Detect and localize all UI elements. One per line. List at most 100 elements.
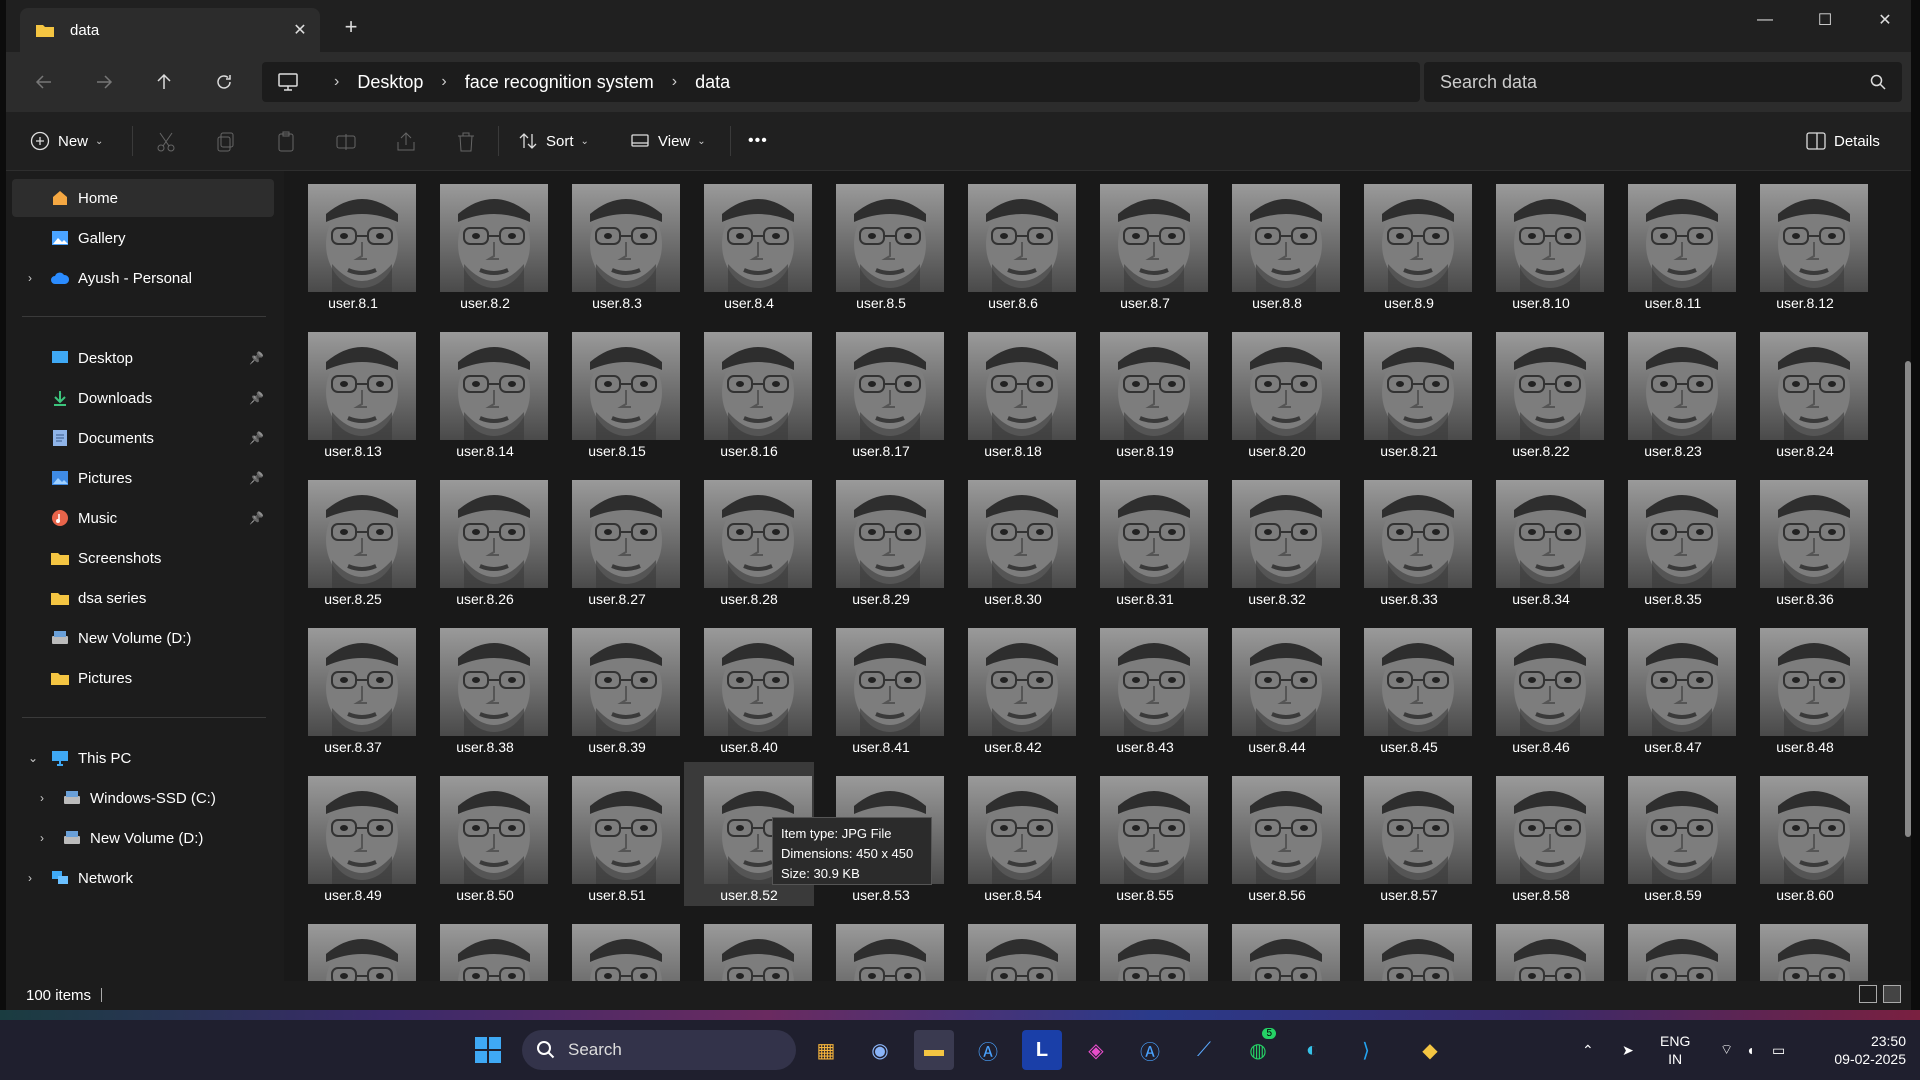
file-item[interactable]: user.8.55 <box>1080 762 1210 906</box>
breadcrumb-desktop[interactable]: Desktop <box>357 72 423 93</box>
copilot-icon[interactable]: ◈ <box>1076 1030 1116 1070</box>
file-item[interactable]: user.8.41 <box>816 614 946 758</box>
refresh-button[interactable] <box>204 62 244 102</box>
app-store-icon[interactable]: Ⓐ <box>968 1030 1008 1070</box>
file-item[interactable] <box>1740 910 1870 981</box>
file-item[interactable] <box>552 910 682 981</box>
file-item[interactable]: user.8.43 <box>1080 614 1210 758</box>
file-item[interactable]: user.8.48 <box>1740 614 1870 758</box>
file-item[interactable]: user.8.23 <box>1608 318 1738 462</box>
language-indicator[interactable]: ENG IN <box>1660 1032 1690 1068</box>
file-item[interactable]: user.8.45 <box>1344 614 1474 758</box>
file-item[interactable] <box>420 910 550 981</box>
file-item[interactable]: user.8.33 <box>1344 466 1474 610</box>
search-input[interactable]: Search data <box>1440 72 1870 93</box>
rename-icon[interactable] <box>334 130 358 154</box>
file-item[interactable]: user.8.8 <box>1212 171 1342 314</box>
file-item[interactable]: user.8.36 <box>1740 466 1870 610</box>
file-item[interactable]: user.8.30 <box>948 466 1078 610</box>
file-item[interactable]: user.8.42 <box>948 614 1078 758</box>
cut-icon[interactable] <box>154 130 178 154</box>
chevron-right-icon[interactable]: › <box>40 831 44 845</box>
search-box[interactable]: Search data <box>1424 62 1902 102</box>
file-item[interactable]: user.8.1 <box>288 171 418 314</box>
file-item[interactable]: user.8.60 <box>1740 762 1870 906</box>
sidebar-item-gallery[interactable]: Gallery <box>12 219 274 257</box>
details-view-icon[interactable] <box>1859 985 1877 1003</box>
file-item[interactable]: user.8.32 <box>1212 466 1342 610</box>
file-item[interactable]: user.8.56 <box>1212 762 1342 906</box>
copy-icon[interactable] <box>214 130 238 154</box>
file-item[interactable]: user.8.13 <box>288 318 418 462</box>
file-item[interactable] <box>816 910 946 981</box>
paste-icon[interactable] <box>274 130 298 154</box>
file-item[interactable]: user.8.57 <box>1344 762 1474 906</box>
file-item[interactable]: user.8.46 <box>1476 614 1606 758</box>
sort-button[interactable]: Sort ⌄ <box>518 126 589 156</box>
file-item[interactable]: user.8.7 <box>1080 171 1210 314</box>
sidebar-item-downloads[interactable]: Downloads 📌 <box>12 379 274 417</box>
file-item[interactable]: user.8.12 <box>1740 171 1870 314</box>
sidebar-item-dsa-series[interactable]: dsa series <box>12 579 274 617</box>
file-item[interactable]: user.8.40 <box>684 614 814 758</box>
scrollbar[interactable] <box>1905 361 1911 837</box>
file-item[interactable] <box>1476 910 1606 981</box>
file-item[interactable]: user.8.39 <box>552 614 682 758</box>
file-explorer-icon[interactable]: ▬ <box>914 1030 954 1070</box>
view-button[interactable]: View ⌄ <box>630 126 706 156</box>
app-icon[interactable]: Ⓐ <box>1130 1030 1170 1070</box>
show-hidden-icons[interactable]: ⌃ <box>1582 1020 1594 1080</box>
file-item[interactable]: user.8.15 <box>552 318 682 462</box>
sidebar-item-pictures[interactable]: Pictures <box>12 659 274 697</box>
edge-icon[interactable]: ◐ <box>1292 1030 1332 1070</box>
file-item[interactable]: user.8.21 <box>1344 318 1474 462</box>
back-button[interactable] <box>24 62 64 102</box>
new-tab-button[interactable]: + <box>336 14 366 40</box>
more-options-button[interactable]: ••• <box>748 126 768 156</box>
tab-data[interactable]: data ✕ <box>20 8 320 52</box>
breadcrumb-data[interactable]: data <box>695 72 730 93</box>
file-item[interactable]: user.8.38 <box>420 614 550 758</box>
file-item[interactable]: user.8.22 <box>1476 318 1606 462</box>
flutter-icon[interactable]: ⟋ <box>1184 1030 1224 1070</box>
file-item[interactable]: user.8.11 <box>1608 171 1738 314</box>
file-item[interactable] <box>1344 910 1474 981</box>
file-item[interactable] <box>1608 910 1738 981</box>
file-item[interactable] <box>684 910 814 981</box>
chevron-right-icon[interactable]: › <box>28 871 32 885</box>
sidebar-item-new-volume-d[interactable]: New Volume (D:) <box>12 619 274 657</box>
file-item[interactable]: user.8.5 <box>816 171 946 314</box>
file-item[interactable]: user.8.35 <box>1608 466 1738 610</box>
file-item[interactable]: user.8.51 <box>552 762 682 906</box>
file-item[interactable] <box>948 910 1078 981</box>
file-item[interactable]: user.8.10 <box>1476 171 1606 314</box>
volume-icon[interactable]: ◖ <box>1746 1020 1754 1080</box>
file-item[interactable]: user.8.50 <box>420 762 550 906</box>
file-item[interactable]: user.8.54 <box>948 762 1078 906</box>
file-item[interactable] <box>1080 910 1210 981</box>
chevron-down-icon[interactable]: ⌄ <box>28 751 38 765</box>
taskbar-search[interactable]: Search <box>522 1030 796 1070</box>
large-icons-view-icon[interactable] <box>1883 985 1901 1003</box>
file-item[interactable]: user.8.17 <box>816 318 946 462</box>
file-item[interactable]: user.8.59 <box>1608 762 1738 906</box>
sidebar-item-desktop[interactable]: Desktop 📌 <box>12 339 274 377</box>
details-button[interactable]: Details <box>1806 126 1880 156</box>
file-item[interactable]: user.8.58 <box>1476 762 1606 906</box>
file-item[interactable]: user.8.28 <box>684 466 814 610</box>
file-item[interactable]: user.8.3 <box>552 171 682 314</box>
close-tab-icon[interactable]: ✕ <box>280 20 320 40</box>
file-item[interactable]: user.8.25 <box>288 466 418 610</box>
file-item[interactable] <box>1212 910 1342 981</box>
sidebar-item-windows-ssd-c[interactable]: › Windows-SSD (C:) <box>12 779 274 817</box>
file-item[interactable]: user.8.6 <box>948 171 1078 314</box>
share-icon[interactable] <box>394 130 418 154</box>
whatsapp-icon[interactable]: ◍ 5 <box>1238 1028 1278 1070</box>
sidebar-item-this-pc[interactable]: ⌄ This PC <box>12 739 274 777</box>
file-item[interactable]: user.8.37 <box>288 614 418 758</box>
sidebar-item-network[interactable]: › Network <box>12 859 274 897</box>
sidebar-item-music[interactable]: Music 📌 <box>12 499 274 537</box>
file-item[interactable]: user.8.24 <box>1740 318 1870 462</box>
copilot-app-icon[interactable]: ◉ <box>860 1030 900 1070</box>
file-item[interactable]: user.8.14 <box>420 318 550 462</box>
